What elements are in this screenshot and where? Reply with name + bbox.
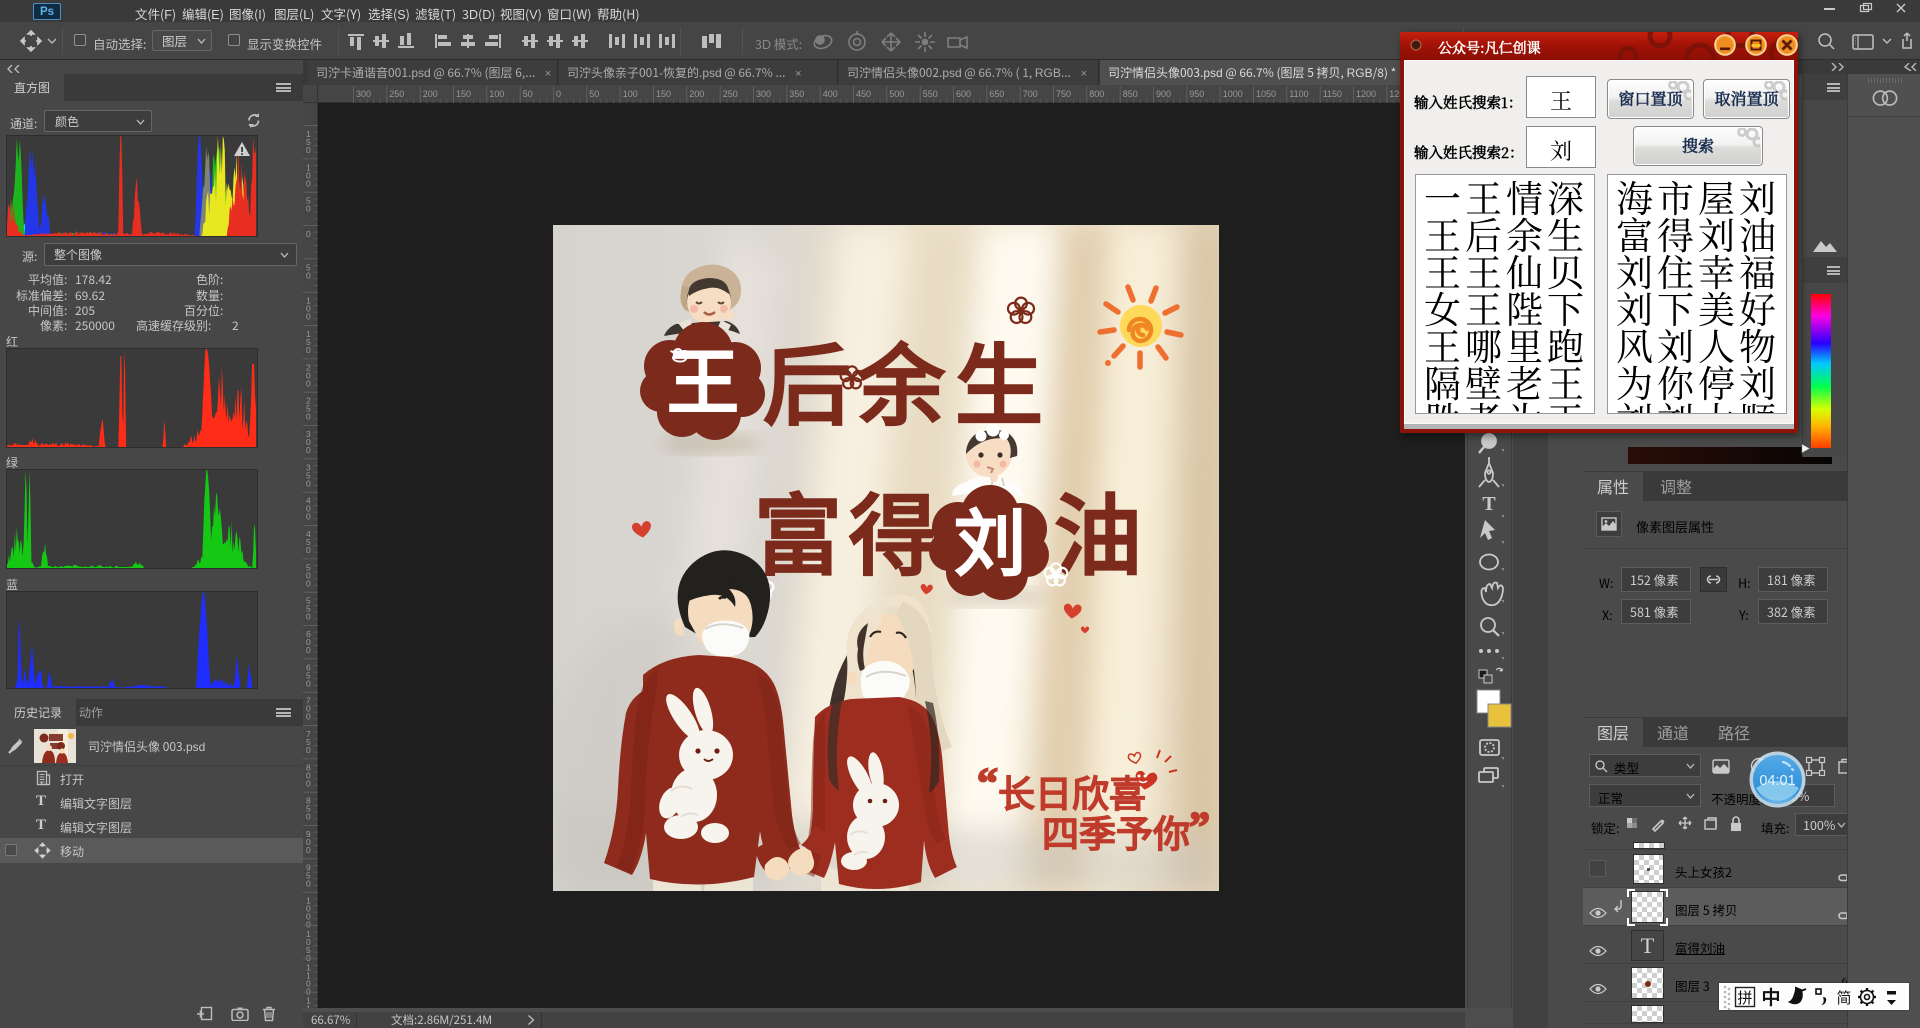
svg-text:0: 0: [306, 545, 311, 555]
svg-text:“: “: [977, 761, 998, 807]
svg-text:”: ”: [1189, 805, 1210, 851]
svg-text:200: 200: [689, 89, 704, 99]
svg-text:0: 0: [306, 645, 311, 655]
svg-text:600: 600: [956, 89, 971, 99]
svg-text:0: 0: [306, 229, 311, 239]
svg-text:1050: 1050: [1256, 89, 1276, 99]
svg-text:简: 简: [1836, 987, 1851, 1008]
svg-text:950: 950: [1189, 89, 1204, 99]
svg-text:1150: 1150: [1323, 89, 1342, 99]
svg-text:0: 0: [306, 512, 311, 522]
svg-text:0: 0: [556, 89, 561, 99]
svg-text:四季予你: 四季予你: [1042, 804, 1190, 858]
svg-text:300: 300: [356, 89, 371, 99]
svg-text:0: 0: [306, 178, 311, 188]
svg-text:生: 生: [955, 316, 1043, 443]
svg-text:850: 850: [1123, 89, 1138, 99]
svg-text:0: 0: [306, 712, 311, 722]
svg-text:刘: 刘: [954, 485, 1026, 590]
svg-text:0: 0: [306, 312, 311, 322]
svg-text:得: 得: [849, 466, 937, 593]
svg-text:0: 0: [306, 378, 311, 388]
svg-text:150: 150: [656, 89, 671, 99]
svg-text:T: T: [1482, 493, 1496, 515]
svg-text:350: 350: [789, 89, 804, 99]
svg-text:后: 后: [763, 316, 851, 443]
svg-text:1: 1: [306, 1004, 311, 1008]
svg-text:650: 650: [989, 89, 1004, 99]
svg-text:100: 100: [489, 89, 504, 99]
svg-text:0: 0: [306, 678, 311, 688]
svg-text:0: 0: [306, 478, 311, 488]
svg-text:余: 余: [857, 316, 945, 443]
svg-text:0: 0: [306, 745, 311, 755]
svg-text:400: 400: [823, 89, 838, 99]
svg-text:250: 250: [389, 89, 404, 99]
svg-text:中: 中: [1761, 983, 1780, 1010]
svg-text:100: 100: [623, 89, 638, 99]
svg-text:0: 0: [306, 778, 311, 788]
svg-text:王: 王: [667, 324, 739, 429]
svg-text:800: 800: [1089, 89, 1104, 99]
svg-text:0: 0: [306, 878, 311, 888]
svg-text:0: 0: [306, 270, 311, 280]
svg-text:300: 300: [756, 89, 771, 99]
svg-text:0: 0: [306, 845, 311, 855]
svg-text:50: 50: [523, 89, 533, 99]
svg-text:1200: 1200: [1356, 89, 1376, 99]
svg-text:0: 0: [306, 412, 311, 422]
svg-text:0: 0: [306, 345, 311, 355]
svg-text:200: 200: [423, 89, 438, 99]
svg-text:50: 50: [589, 89, 599, 99]
svg-text:0: 0: [306, 612, 311, 622]
svg-text:0: 0: [306, 578, 311, 588]
svg-text:150: 150: [456, 89, 471, 99]
svg-text:0: 0: [306, 812, 311, 822]
svg-text:500: 500: [889, 89, 904, 99]
svg-text:04:01: 04:01: [1759, 773, 1795, 789]
svg-text:550: 550: [923, 89, 938, 99]
svg-text:0: 0: [306, 145, 311, 155]
svg-text:富: 富: [754, 466, 842, 593]
svg-text:1100: 1100: [1289, 89, 1308, 99]
svg-text:900: 900: [1156, 89, 1171, 99]
svg-text:250: 250: [723, 89, 738, 99]
svg-text:750: 750: [1056, 89, 1071, 99]
svg-text:700: 700: [1023, 89, 1038, 99]
svg-text:450: 450: [856, 89, 871, 99]
svg-text:1000: 1000: [1223, 89, 1243, 99]
svg-text:拼: 拼: [1737, 987, 1752, 1008]
svg-text:0: 0: [306, 204, 311, 214]
svg-text:0: 0: [306, 445, 311, 455]
